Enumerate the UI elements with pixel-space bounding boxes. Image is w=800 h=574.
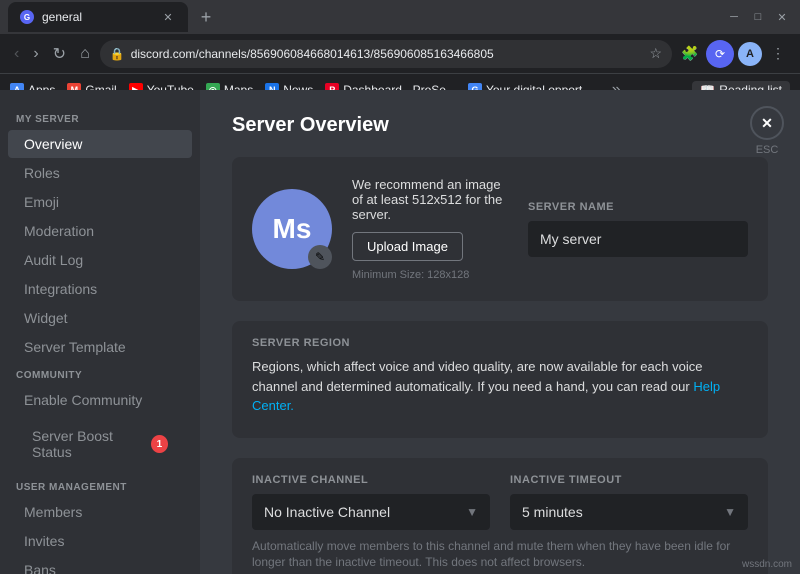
sync-icon: ⟳ [706, 40, 734, 68]
sidebar-item-integrations[interactable]: Integrations [8, 275, 192, 303]
sidebar-item-roles[interactable]: Roles [8, 159, 192, 187]
server-name-label: SERVER NAME [528, 201, 748, 213]
sidebar-item-invites[interactable]: Invites [8, 527, 192, 555]
extensions-button[interactable]: 🧩 [678, 42, 702, 66]
server-region-text: Regions, which affect voice and video qu… [252, 357, 748, 416]
section-label-community: COMMUNITY [0, 362, 200, 385]
forward-button[interactable]: › [29, 43, 42, 65]
address-bar[interactable]: 🔒 discord.com/channels/85690608466801461… [100, 40, 672, 68]
sidebar-item-server-boost[interactable]: Server Boost Status 1 [16, 422, 184, 466]
sidebar-item-emoji[interactable]: Emoji [8, 188, 192, 216]
sidebar-item-enable-community[interactable]: Enable Community [8, 386, 192, 414]
esc-button[interactable]: ✕ ESC [750, 106, 784, 156]
minimize-button[interactable]: ─ [724, 7, 744, 27]
inactive-channel-arrow: ▼ [466, 505, 478, 519]
inactive-channel-card: INACTIVE CHANNEL No Inactive Channel ▼ I… [232, 458, 768, 574]
section-label-my-server: MY SERVER [0, 106, 200, 129]
menu-button[interactable]: ⋮ [766, 42, 790, 66]
overview-card: Ms ✎ We recommend an image of at least 5… [232, 157, 768, 301]
lock-icon: 🔒 [110, 47, 125, 61]
overview-hint-text: We recommend an image of at least 512x51… [352, 177, 508, 222]
sidebar-item-server-template[interactable]: Server Template [8, 333, 192, 361]
sidebar-item-members[interactable]: Members [8, 498, 192, 526]
browser-tab[interactable]: G general ✕ [8, 2, 188, 32]
tab-favicon: G [20, 10, 34, 24]
inactive-timeout-arrow: ▼ [724, 505, 736, 519]
upload-image-button[interactable]: Upload Image [352, 232, 463, 261]
tab-close-button[interactable]: ✕ [160, 9, 176, 25]
maximize-button[interactable]: □ [748, 7, 768, 27]
section-label-user-management: USER MANAGEMENT [0, 474, 200, 497]
server-region-card: SERVER REGION Regions, which affect voic… [232, 321, 768, 438]
page-title: Server Overview [232, 114, 768, 137]
server-region-label: SERVER REGION [252, 337, 748, 349]
esc-circle-icon: ✕ [750, 106, 784, 140]
server-name-section: SERVER NAME [528, 201, 748, 257]
profile-button[interactable]: A [738, 42, 762, 66]
inactive-channel-dropdown[interactable]: No Inactive Channel ▼ [252, 494, 490, 530]
settings-sidebar: MY SERVER Overview Roles Emoji Moderatio… [0, 90, 200, 574]
inactive-channel-label: INACTIVE CHANNEL [252, 474, 490, 486]
close-window-button[interactable]: ✕ [772, 7, 792, 27]
inactive-timeout-value: 5 minutes [522, 504, 583, 520]
edit-icon-button[interactable]: ✎ [308, 245, 332, 269]
home-button[interactable]: ⌂ [76, 43, 94, 65]
esc-label: ESC [756, 144, 779, 156]
sidebar-item-bans[interactable]: Bans [8, 556, 192, 574]
overview-info: We recommend an image of at least 512x51… [352, 177, 508, 281]
inactive-timeout-label: INACTIVE TIMEOUT [510, 474, 748, 486]
back-button[interactable]: ‹ [10, 43, 23, 65]
inactive-channel-column: INACTIVE CHANNEL No Inactive Channel ▼ [252, 474, 490, 530]
server-name-input[interactable] [528, 221, 748, 257]
inactive-channel-value: No Inactive Channel [264, 504, 390, 520]
min-size-text: Minimum Size: 128x128 [352, 269, 508, 281]
address-text: discord.com/channels/856906084668014613/… [131, 47, 644, 61]
inactive-timeout-column: INACTIVE TIMEOUT 5 minutes ▼ [510, 474, 748, 530]
inactive-hint-text: Automatically move members to this chann… [252, 538, 748, 572]
main-content-area: ✕ ESC Server Overview Ms ✎ We recommend … [200, 90, 800, 574]
server-boost-badge: 1 [151, 435, 168, 453]
inactive-timeout-dropdown[interactable]: 5 minutes ▼ [510, 494, 748, 530]
sidebar-item-widget[interactable]: Widget [8, 304, 192, 332]
reload-button[interactable]: ↻ [49, 42, 70, 66]
tab-title: general [42, 10, 82, 24]
sidebar-item-audit-log[interactable]: Audit Log [8, 246, 192, 274]
server-icon-container: Ms ✎ [252, 189, 332, 269]
watermark: wssdn.com [742, 559, 792, 570]
new-tab-button[interactable]: + [194, 5, 218, 29]
sidebar-item-moderation[interactable]: Moderation [8, 217, 192, 245]
star-icon[interactable]: ☆ [649, 45, 662, 62]
sidebar-item-overview[interactable]: Overview [8, 130, 192, 158]
